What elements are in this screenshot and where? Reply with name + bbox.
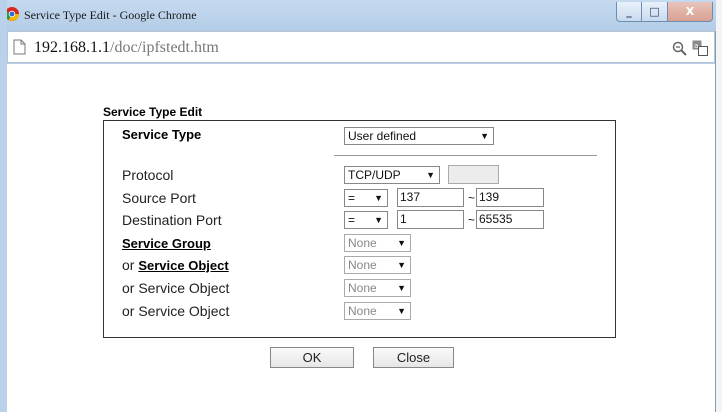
- svg-text:a: a: [694, 42, 698, 50]
- destination-port-range-separator: ~: [468, 213, 476, 227]
- close-icon: X: [685, 5, 695, 18]
- page-title: Service Type Edit: [103, 105, 203, 119]
- source-port-label: Source Port: [122, 190, 196, 206]
- destination-port-operator-select[interactable]: = ▼: [344, 211, 388, 229]
- address-bar[interactable]: 192.168.1.1/doc/ipfstedt.htm a: [7, 31, 715, 63]
- service-object-row-2-label: or Service Object: [122, 280, 230, 296]
- minimize-button[interactable]: _: [616, 2, 642, 22]
- service-object-select-1[interactable]: None ▼: [344, 256, 411, 274]
- service-group-link[interactable]: Service Group: [122, 236, 211, 251]
- zoom-icon[interactable]: [672, 41, 687, 56]
- service-group-value: None: [348, 236, 377, 250]
- browser-window: Service Type Edit - Google Chrome _ □ X …: [0, 0, 716, 412]
- service-type-form: Service Type User defined ▼ Protocol TCP…: [103, 120, 616, 338]
- service-object-select-3[interactable]: None ▼: [344, 302, 411, 320]
- source-port-end-input[interactable]: 139: [476, 188, 544, 207]
- chevron-down-icon: ▼: [397, 238, 406, 248]
- url-text[interactable]: 192.168.1.1/doc/ipfstedt.htm: [34, 39, 219, 57]
- maximize-button[interactable]: □: [642, 2, 668, 22]
- chevron-down-icon: ▼: [374, 215, 383, 225]
- protocol-value: TCP/UDP: [348, 168, 401, 182]
- destination-port-label: Destination Port: [122, 212, 222, 228]
- source-port-start-input[interactable]: 137: [397, 188, 464, 207]
- source-port-operator: =: [348, 191, 356, 205]
- maximize-icon: □: [649, 5, 660, 18]
- chevron-down-icon: ▼: [397, 306, 406, 316]
- close-button[interactable]: Close: [373, 347, 454, 368]
- chevron-down-icon: ▼: [426, 170, 435, 180]
- background-strip: [715, 0, 722, 412]
- protocol-label: Protocol: [122, 167, 174, 183]
- destination-port-end-input[interactable]: 65535: [476, 210, 544, 229]
- chevron-down-icon: ▼: [374, 193, 383, 203]
- title-bar: Service Type Edit - Google Chrome _ □ X: [0, 0, 716, 31]
- protocol-select[interactable]: TCP/UDP ▼: [344, 166, 440, 184]
- ok-button[interactable]: OK: [270, 347, 354, 368]
- service-object-link[interactable]: Service Object: [138, 258, 228, 273]
- service-object-value-3: None: [348, 304, 377, 318]
- destination-port-start-input[interactable]: 1: [397, 210, 464, 229]
- service-object-row-1-label: or Service Object: [122, 257, 229, 273]
- destination-port-operator: =: [348, 213, 356, 227]
- translate-icon[interactable]: a: [692, 40, 708, 56]
- minimize-icon: _: [626, 5, 632, 18]
- page-icon: [13, 39, 26, 55]
- divider: [334, 155, 597, 156]
- window-title: Service Type Edit - Google Chrome: [24, 8, 197, 22]
- window-left-border: [0, 0, 7, 412]
- service-object-row-3-label: or Service Object: [122, 303, 230, 319]
- chevron-down-icon: ▼: [480, 131, 489, 141]
- url-host: 192.168.1.1: [34, 39, 110, 56]
- source-port-operator-select[interactable]: = ▼: [344, 189, 388, 207]
- chevron-down-icon: ▼: [397, 260, 406, 270]
- service-type-select[interactable]: User defined ▼: [344, 127, 494, 145]
- protocol-number-input[interactable]: [448, 165, 499, 184]
- service-object-value-1: None: [348, 258, 377, 272]
- or-prefix: or: [122, 257, 139, 273]
- page-content: Service Type Edit Service Type User defi…: [7, 64, 715, 412]
- service-object-select-2[interactable]: None ▼: [344, 279, 411, 297]
- close-window-button[interactable]: X: [668, 2, 713, 22]
- source-port-range-separator: ~: [468, 191, 476, 205]
- url-path: /doc/ipfstedt.htm: [110, 39, 219, 56]
- chevron-down-icon: ▼: [397, 283, 406, 293]
- window-controls: _ □ X: [616, 2, 713, 22]
- service-object-value-2: None: [348, 281, 377, 295]
- service-type-value: User defined: [348, 129, 417, 143]
- service-group-select[interactable]: None ▼: [344, 234, 411, 252]
- service-type-label: Service Type: [122, 127, 202, 142]
